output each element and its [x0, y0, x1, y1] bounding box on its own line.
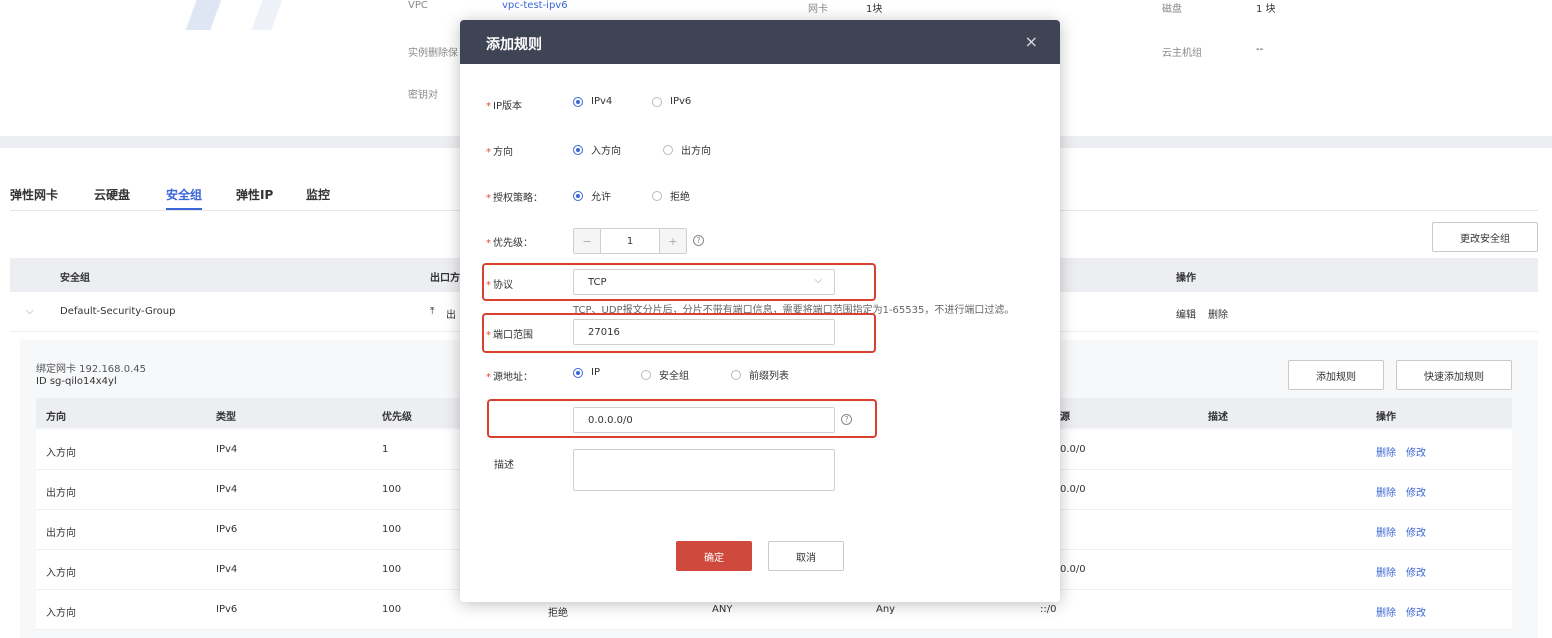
rule-protocol: ANY: [712, 604, 733, 615]
rule-priority: 1: [382, 444, 389, 455]
tab-security-group[interactable]: 安全组: [166, 186, 202, 203]
sg-id: ID sg-qilo14x4yl: [36, 376, 117, 387]
rules-header-ops: 操作: [1376, 412, 1396, 423]
rule-delete-link[interactable]: 删除: [1376, 444, 1396, 459]
nic-label: 网卡: [808, 4, 828, 15]
rule-direction: 出方向: [46, 488, 76, 499]
sg-header-ops: 操作: [1176, 273, 1196, 284]
sg-edit-link[interactable]: 编辑: [1176, 306, 1196, 321]
radio-inbound[interactable]: 入方向: [573, 142, 621, 157]
rule-type: IPv4: [216, 444, 238, 455]
description-textarea[interactable]: [573, 449, 835, 491]
dialog-title: 添加规则: [486, 37, 542, 53]
sg-header-out: 出口方: [430, 273, 460, 284]
source-label: * 源地址：: [486, 372, 533, 383]
rule-priority: 100: [382, 564, 402, 575]
disk-label: 磁盘: [1162, 4, 1182, 15]
vm-group-value: --: [1256, 44, 1264, 55]
priority-stepper: − 1 +: [573, 228, 687, 254]
vpc-label: VPC: [408, 0, 428, 11]
highlight-source-ip: [487, 399, 877, 438]
rule-source: 0.0/0: [1060, 444, 1086, 455]
rule-type: IPv4: [216, 484, 238, 495]
radio-ipv4[interactable]: IPv4: [573, 96, 612, 107]
rule-source: ::/0: [1040, 604, 1057, 615]
change-security-group-button[interactable]: 更改安全组: [1432, 222, 1538, 252]
help-icon[interactable]: ?: [693, 235, 704, 246]
rule-modify-link[interactable]: 修改: [1406, 484, 1426, 499]
rule-direction: 入方向: [46, 608, 76, 619]
radio-source-ip[interactable]: IP: [573, 367, 600, 378]
priority-label: * 优先级：: [486, 238, 533, 249]
rule-type: IPv6: [216, 524, 238, 535]
highlight-port-range: [482, 313, 876, 353]
vm-group-label: 云主机组: [1162, 48, 1202, 59]
ip-version-label: * IP版本: [486, 101, 522, 112]
nic-value: 1块: [866, 4, 883, 15]
rule-type: IPv6: [216, 604, 238, 615]
rule-direction: 入方向: [46, 448, 76, 459]
rules-header-source: 源: [1060, 412, 1070, 423]
decrement-button[interactable]: −: [574, 229, 600, 253]
policy-label: * 授权策略：: [486, 193, 543, 204]
keypair-label: 密钥对: [408, 90, 438, 101]
rule-priority: 100: [382, 484, 402, 495]
rule-modify-link[interactable]: 修改: [1406, 444, 1426, 459]
rule-delete-link[interactable]: 删除: [1376, 604, 1396, 619]
sg-out: 出: [446, 310, 456, 321]
dialog-header: 添加规则 ×: [460, 20, 1060, 64]
rules-header-priority: 优先级: [382, 412, 412, 423]
radio-source-sg[interactable]: 安全组: [641, 367, 689, 382]
decorative-banner: [150, 0, 300, 30]
rule-modify-link[interactable]: 修改: [1406, 564, 1426, 579]
increment-button[interactable]: +: [660, 229, 686, 253]
description-label: 描述: [494, 460, 514, 471]
cancel-button[interactable]: 取消: [768, 541, 844, 571]
radio-source-prefix[interactable]: 前缀列表: [731, 367, 789, 382]
radio-ipv6[interactable]: IPv6: [652, 96, 691, 107]
rule-source: 0.0/0: [1060, 484, 1086, 495]
confirm-button[interactable]: 确定: [676, 541, 752, 571]
rules-header-type: 类型: [216, 412, 236, 423]
rules-header-direction: 方向: [46, 412, 66, 423]
radio-outbound[interactable]: 出方向: [663, 142, 711, 157]
tab-eip[interactable]: 弹性IP: [236, 186, 273, 203]
rule-source: 0.0/0: [1060, 564, 1086, 575]
tab-eni[interactable]: 弹性网卡: [10, 186, 58, 203]
add-rule-button[interactable]: 添加规则: [1288, 360, 1384, 390]
rule-delete-link[interactable]: 删除: [1376, 524, 1396, 539]
add-rule-dialog: 添加规则 × * IP版本 IPv4 IPv6 * 方向 入方向 出方向 * 授权策略…: [460, 20, 1060, 602]
bound-nic: 绑定网卡 192.168.0.45: [36, 364, 146, 375]
rule-direction: 出方向: [46, 528, 76, 539]
tab-monitor[interactable]: 监控: [306, 186, 330, 203]
upload-icon: ⤒: [430, 306, 435, 317]
rule-modify-link[interactable]: 修改: [1406, 524, 1426, 539]
delete-protect-label: 实例删除保: [408, 48, 458, 59]
sg-header-name: 安全组: [60, 273, 90, 284]
rule-priority: 100: [382, 524, 402, 535]
rule-delete-link[interactable]: 删除: [1376, 484, 1396, 499]
rule-policy: 拒绝: [548, 608, 568, 619]
rule-port: Any: [876, 604, 896, 615]
sg-delete-link[interactable]: 删除: [1208, 306, 1228, 321]
vpc-link[interactable]: vpc-test-ipv6: [502, 0, 568, 11]
sg-name: Default-Security-Group: [60, 306, 176, 317]
disk-value: 1 块: [1256, 4, 1276, 15]
rules-header-desc: 描述: [1208, 412, 1228, 423]
rule-delete-link[interactable]: 删除: [1376, 564, 1396, 579]
expand-chevron-icon[interactable]: ⌵: [26, 306, 34, 317]
rule-priority: 100: [382, 604, 402, 615]
close-icon[interactable]: ×: [1025, 32, 1038, 51]
radio-allow[interactable]: 允许: [573, 188, 611, 203]
tab-disk[interactable]: 云硬盘: [94, 186, 130, 203]
rule-modify-link[interactable]: 修改: [1406, 604, 1426, 619]
rule-direction: 入方向: [46, 568, 76, 579]
direction-label: * 方向: [486, 147, 513, 158]
highlight-protocol: [482, 263, 876, 301]
quick-add-rule-button[interactable]: 快速添加规则: [1396, 360, 1512, 390]
priority-input[interactable]: 1: [600, 229, 660, 253]
rule-type: IPv4: [216, 564, 238, 575]
radio-deny[interactable]: 拒绝: [652, 188, 690, 203]
